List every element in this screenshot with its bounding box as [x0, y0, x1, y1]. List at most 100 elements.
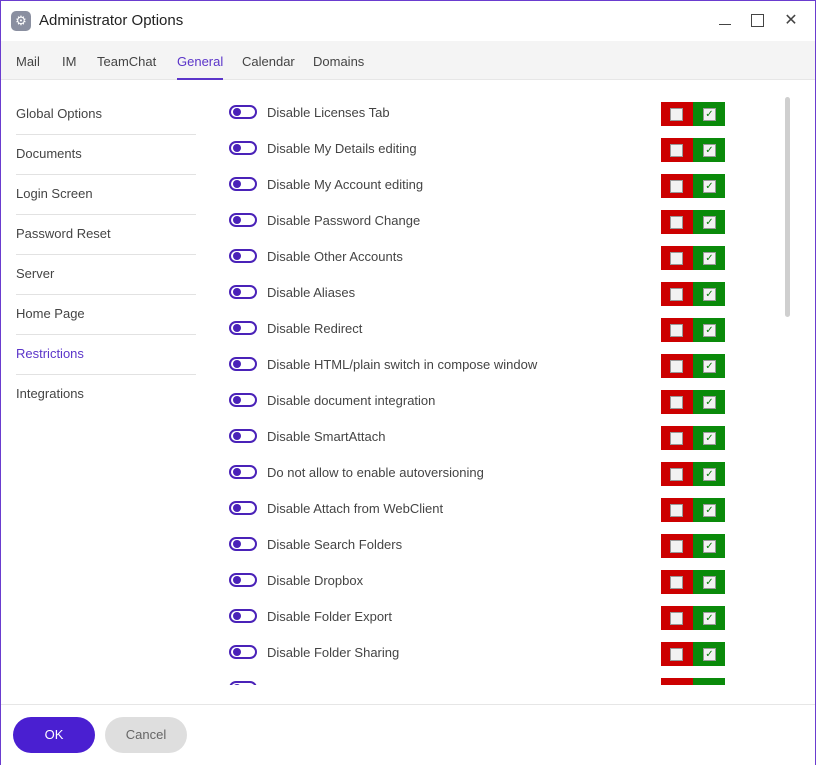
tab-domains[interactable]: Domains	[313, 54, 364, 78]
maximize-button[interactable]	[747, 11, 767, 31]
option-label: Disable My Account editing	[267, 177, 424, 192]
sidebar-item-server[interactable]: Server	[16, 255, 196, 295]
ok-button[interactable]: OK	[13, 717, 95, 753]
deny-allow-switch[interactable]: ✓	[661, 570, 725, 594]
tab-mail[interactable]: Mail	[16, 54, 40, 78]
allow-segment[interactable]: ✓	[693, 606, 725, 630]
deny-allow-switch[interactable]: ✓	[661, 426, 725, 450]
allow-segment[interactable]: ✓	[693, 246, 725, 270]
tab-teamchat[interactable]: TeamChat	[97, 54, 156, 78]
option-toggle[interactable]	[229, 285, 257, 299]
sidebar-item-home-page[interactable]: Home Page	[16, 295, 196, 335]
options-list: Disable Licenses Tab ✓ Disable My Details …	[221, 95, 741, 685]
tab-calendar[interactable]: Calendar	[242, 54, 295, 78]
deny-allow-switch[interactable]: ✓	[661, 606, 725, 630]
deny-segment[interactable]	[661, 246, 693, 270]
unchecked-box-icon	[670, 216, 683, 229]
deny-allow-switch[interactable]: ✓	[661, 282, 725, 306]
deny-segment[interactable]	[661, 318, 693, 342]
allow-segment[interactable]: ✓	[693, 426, 725, 450]
allow-segment[interactable]: ✓	[693, 642, 725, 666]
option-toggle[interactable]	[229, 393, 257, 407]
option-toggle[interactable]	[229, 213, 257, 227]
option-toggle[interactable]	[229, 357, 257, 371]
deny-allow-switch[interactable]: ✓	[661, 498, 725, 522]
allow-segment[interactable]: ✓	[693, 354, 725, 378]
allow-segment[interactable]: ✓	[693, 498, 725, 522]
deny-allow-switch[interactable]: ✓	[661, 174, 725, 198]
deny-segment[interactable]	[661, 606, 693, 630]
close-button[interactable]: ✕	[781, 11, 801, 31]
deny-allow-switch[interactable]: ✓	[661, 210, 725, 234]
allow-segment[interactable]: ✓	[693, 102, 725, 126]
minimize-button[interactable]	[715, 11, 735, 31]
deny-allow-switch[interactable]: ✓	[661, 246, 725, 270]
option-toggle[interactable]	[229, 645, 257, 659]
option-toggle[interactable]	[229, 465, 257, 479]
sidebar-item-password-reset[interactable]: Password Reset	[16, 215, 196, 255]
sidebar-item-restrictions[interactable]: Restrictions	[16, 335, 196, 375]
deny-allow-switch[interactable]: ✓	[661, 462, 725, 486]
allow-segment[interactable]: ✓	[693, 138, 725, 162]
option-label: Disable Folder Sharing	[267, 645, 400, 660]
option-toggle[interactable]	[229, 105, 257, 119]
sidebar-item-integrations[interactable]: Integrations	[16, 375, 196, 414]
allow-segment[interactable]: ✓	[693, 390, 725, 414]
deny-allow-switch[interactable]: ✓	[661, 390, 725, 414]
checkmark-box-icon: ✓	[703, 468, 716, 481]
allow-segment[interactable]	[693, 678, 725, 685]
deny-allow-switch[interactable]	[661, 678, 725, 685]
allow-segment[interactable]: ✓	[693, 534, 725, 558]
option-toggle[interactable]	[229, 429, 257, 443]
allow-segment[interactable]: ✓	[693, 174, 725, 198]
option-row: Disable Attach from WebClient ✓	[221, 491, 731, 527]
option-toggle[interactable]	[229, 177, 257, 191]
option-toggle[interactable]	[229, 249, 257, 263]
checkmark-box-icon: ✓	[703, 180, 716, 193]
deny-allow-switch[interactable]: ✓	[661, 642, 725, 666]
deny-segment[interactable]	[661, 138, 693, 162]
deny-segment[interactable]	[661, 354, 693, 378]
deny-segment[interactable]	[661, 642, 693, 666]
tab-im[interactable]: IM	[62, 54, 76, 78]
option-row: Disable Search Folders ✓	[221, 527, 731, 563]
allow-segment[interactable]: ✓	[693, 282, 725, 306]
deny-segment[interactable]	[661, 174, 693, 198]
sidebar-item-login-screen[interactable]: Login Screen	[16, 175, 196, 215]
allow-segment[interactable]: ✓	[693, 570, 725, 594]
option-toggle[interactable]	[229, 321, 257, 335]
option-toggle[interactable]	[229, 609, 257, 623]
deny-allow-switch[interactable]: ✓	[661, 102, 725, 126]
allow-segment[interactable]: ✓	[693, 318, 725, 342]
option-toggle[interactable]	[229, 141, 257, 155]
deny-segment[interactable]	[661, 678, 693, 685]
deny-segment[interactable]	[661, 570, 693, 594]
deny-allow-switch[interactable]: ✓	[661, 318, 725, 342]
option-label: Disable Licenses Tab	[267, 105, 390, 120]
sidebar-item-documents[interactable]: Documents	[16, 135, 196, 175]
deny-segment[interactable]	[661, 102, 693, 126]
deny-allow-switch[interactable]: ✓	[661, 534, 725, 558]
allow-segment[interactable]: ✓	[693, 462, 725, 486]
scrollbar[interactable]	[785, 97, 790, 317]
option-toggle[interactable]	[229, 681, 257, 685]
deny-segment[interactable]	[661, 210, 693, 234]
deny-segment[interactable]	[661, 462, 693, 486]
allow-segment[interactable]: ✓	[693, 210, 725, 234]
cancel-button[interactable]: Cancel	[105, 717, 187, 753]
checkmark-box-icon: ✓	[703, 648, 716, 661]
deny-segment[interactable]	[661, 282, 693, 306]
deny-allow-switch[interactable]: ✓	[661, 138, 725, 162]
option-toggle[interactable]	[229, 573, 257, 587]
window-title: Administrator Options	[39, 12, 184, 29]
deny-segment[interactable]	[661, 498, 693, 522]
deny-segment[interactable]	[661, 426, 693, 450]
deny-segment[interactable]	[661, 534, 693, 558]
sidebar-item-global-options[interactable]: Global Options	[16, 95, 196, 135]
option-toggle[interactable]	[229, 537, 257, 551]
deny-allow-switch[interactable]: ✓	[661, 354, 725, 378]
deny-segment[interactable]	[661, 390, 693, 414]
tab-general[interactable]: General	[177, 54, 224, 80]
option-label: Disable Aliases	[267, 285, 356, 300]
option-toggle[interactable]	[229, 501, 257, 515]
